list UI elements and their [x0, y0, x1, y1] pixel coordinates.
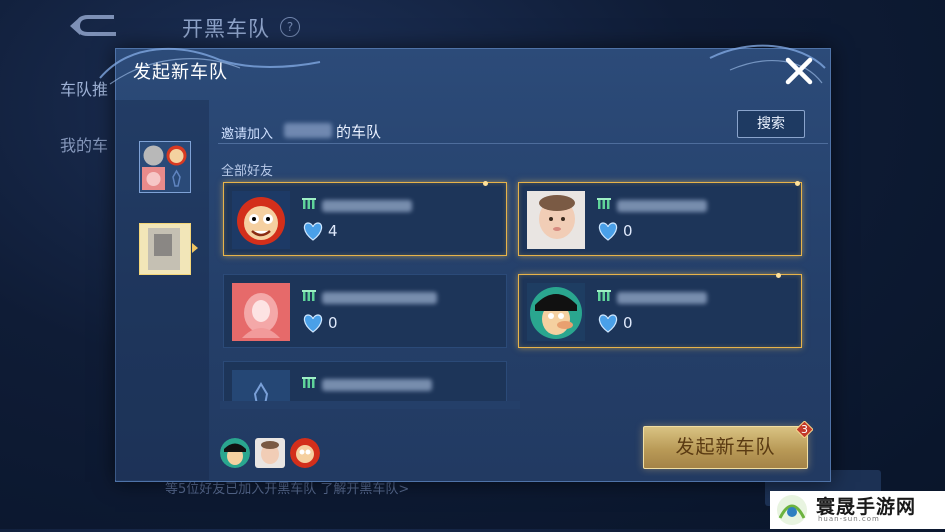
selected-friend-avatar-icon[interactable] — [290, 438, 320, 468]
friend-card[interactable]: 0 — [518, 181, 802, 256]
back-arrow-icon[interactable] — [66, 12, 122, 42]
close-icon — [785, 57, 813, 85]
invite-prefix: 邀请加入 — [221, 127, 274, 142]
friend-card[interactable]: 0 — [223, 274, 507, 348]
list-fade — [220, 401, 520, 409]
help-icon[interactable]: ? — [280, 17, 300, 37]
badge-count: 3 — [801, 423, 808, 436]
blurred-friend-name — [617, 200, 707, 212]
rank-icon — [597, 290, 611, 301]
friend-avatar-icon — [527, 191, 585, 249]
member-avatar-icon — [142, 167, 165, 190]
heart-icon — [598, 314, 618, 333]
close-button[interactable] — [783, 55, 815, 87]
rank-icon — [302, 198, 316, 209]
corner-dot — [795, 181, 800, 186]
dialog-title: 发起新车队 — [133, 62, 228, 83]
corner-dot — [483, 181, 488, 186]
friend-card[interactable]: 0 — [518, 273, 802, 348]
heart-count: 0 — [623, 222, 633, 240]
friend-avatar-icon — [232, 283, 290, 341]
sidebar-item-recommend[interactable]: 车队推 — [60, 76, 108, 100]
blurred-friend-name — [322, 379, 432, 391]
heart-icon — [303, 222, 323, 241]
heart-count: 0 — [328, 314, 338, 332]
rank-icon — [302, 290, 316, 301]
watermark-url: huan-sun.com — [818, 515, 880, 523]
divider — [218, 143, 828, 144]
section-label: 全部好友 — [221, 164, 274, 179]
blurred-friend-name — [617, 292, 707, 304]
empty-slot-icon — [165, 167, 188, 190]
team-slot-selected[interactable] — [139, 223, 191, 275]
selected-friend-avatar-icon[interactable] — [255, 438, 285, 468]
friend-card[interactable]: 4 — [223, 181, 507, 256]
rank-icon — [597, 198, 611, 209]
selected-arrow-icon — [192, 243, 198, 253]
blurred-avatar-icon — [148, 228, 180, 270]
sidebar-item-my-team[interactable]: 我的车 — [60, 132, 108, 156]
search-button[interactable]: 搜索 — [737, 110, 805, 138]
create-team-dialog — [115, 48, 831, 482]
member-avatar-icon — [165, 144, 188, 167]
blurred-friend-name — [322, 200, 412, 212]
team-slot-current[interactable] — [139, 141, 191, 193]
heart-icon — [598, 222, 618, 241]
blurred-player-name — [284, 123, 332, 138]
page-title: 开黑车队 — [182, 17, 270, 41]
corner-dot — [776, 273, 781, 278]
heart-icon — [303, 314, 323, 333]
blurred-friend-name — [322, 292, 437, 304]
member-avatar-icon — [142, 144, 165, 167]
friend-avatar-icon — [527, 283, 585, 341]
count-badge: 3 — [795, 420, 814, 439]
heart-count: 4 — [328, 222, 338, 240]
heart-count: 0 — [623, 314, 633, 332]
selected-friend-avatar-icon[interactable] — [220, 438, 250, 468]
friend-avatar-icon — [232, 191, 290, 249]
start-team-button[interactable]: 发起新车队 — [643, 426, 808, 469]
rank-icon — [302, 377, 316, 388]
invite-suffix: 的车队 — [336, 123, 382, 141]
watermark-logo-icon — [772, 492, 812, 528]
